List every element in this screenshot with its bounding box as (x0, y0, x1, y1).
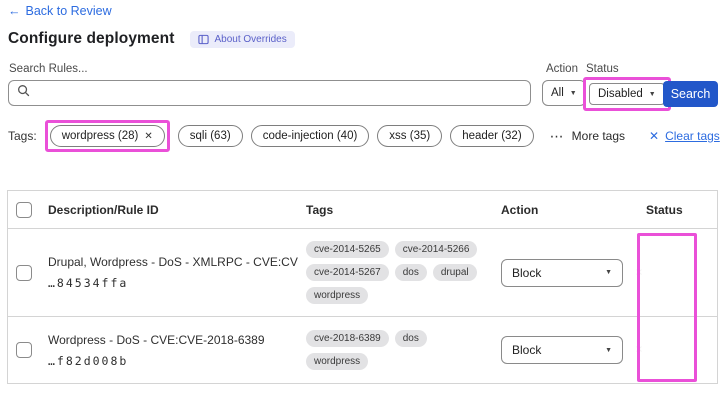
row-checkbox[interactable] (16, 264, 32, 281)
table-row: Drupal, Wordpress - DoS - XMLRPC - CVE:C… (8, 229, 717, 317)
tag-chip: cve-2014-5267 (306, 264, 389, 281)
tag-chip: cve-2014-5266 (394, 241, 478, 258)
chevron-down-icon: ▼ (605, 346, 612, 354)
search-button[interactable]: Search (663, 81, 718, 107)
toggle-knob (650, 274, 667, 292)
configure-deployment-page: ← Back to Review Configure deployment Ab… (0, 0, 725, 406)
about-overrides-label: About Overrides (214, 33, 287, 45)
tag-pill-label: xss (35) (389, 130, 431, 142)
rule-id: …f82d008b (48, 353, 129, 368)
rule-description: Drupal, Wordpress - DoS - XMLRPC - CVE:C… (48, 255, 298, 269)
rules-table: Description/Rule ID Tags Action Status D… (7, 190, 718, 384)
status-dropdown-highlight: Disabled ▼ (583, 77, 671, 111)
action-label: Action (546, 63, 578, 75)
tag-chip: wordpress (306, 353, 369, 370)
tags-bar: Tags: wordpress (28) ✕ sqli (63) code-in… (8, 120, 720, 152)
more-tags-label: More tags (571, 129, 626, 143)
more-tags-button[interactable]: ⋯ More tags (550, 128, 625, 145)
column-header-action: Action (501, 202, 539, 217)
select-all-checkbox[interactable] (16, 201, 32, 218)
rule-description: Wordpress - DoS - CVE:CVE-2018-6389 (48, 332, 265, 347)
action-select[interactable]: Block ▼ (501, 258, 623, 287)
toggle-knob (650, 352, 667, 369)
clear-tags-label: Clear tags (665, 129, 720, 143)
search-icon (17, 84, 30, 102)
column-header-description: Description/Rule ID (48, 202, 159, 217)
page-title: Configure deployment (8, 30, 175, 47)
tags-label: Tags: (8, 129, 37, 143)
tag-chip: drupal (432, 264, 477, 281)
search-input-container (8, 80, 531, 106)
clear-tags-button[interactable]: ✕ Clear tags (649, 129, 720, 143)
toggle-x-icon: ✕ (635, 267, 643, 278)
tag-chip: dos (394, 330, 427, 347)
back-arrow-icon: ← (8, 4, 21, 18)
action-select-value: Block (512, 343, 542, 357)
search-rules-input[interactable] (36, 86, 522, 100)
close-icon: ✕ (649, 129, 660, 143)
book-icon (198, 34, 210, 45)
tag-pill-code-injection[interactable]: code-injection (40) (250, 125, 370, 147)
chevron-down-icon: ▼ (648, 90, 656, 98)
tag-pill-sqli[interactable]: sqli (63) (177, 125, 243, 147)
action-dropdown[interactable]: All ▼ (542, 80, 586, 106)
rule-tags: cve-2014-5265 cve-2014-5266 cve-2014-526… (306, 241, 501, 304)
selected-tag-highlight: wordpress (28) ✕ (44, 120, 170, 152)
ellipsis-icon: ⋯ (549, 127, 565, 144)
chevron-down-icon: ▼ (569, 89, 577, 97)
table-header-row: Description/Rule ID Tags Action Status (8, 191, 717, 229)
back-link-label: Back to Review (25, 4, 112, 18)
remove-tag-icon[interactable]: ✕ (144, 131, 152, 142)
status-label: Status (586, 63, 619, 75)
status-dropdown[interactable]: Disabled ▼ (589, 83, 665, 105)
tag-chip: dos (394, 264, 427, 281)
tag-pill-label: code-injection (40) (262, 130, 358, 142)
action-dropdown-value: All (551, 87, 564, 99)
tag-pill-wordpress[interactable]: wordpress (28) ✕ (49, 125, 165, 147)
action-select-value: Block (512, 265, 542, 280)
back-to-review-link[interactable]: ← Back to Review (8, 4, 112, 18)
search-rules-label: Search Rules... (9, 63, 88, 75)
row-checkbox[interactable] (16, 342, 32, 358)
table-row: Wordpress - DoS - CVE:CVE-2018-6389 …f82… (8, 317, 717, 383)
chevron-down-icon: ▼ (605, 269, 612, 276)
status-dropdown-value: Disabled (598, 88, 643, 100)
rule-id: …84534ffa (48, 276, 129, 290)
column-header-status: Status (646, 202, 683, 217)
tag-chip: wordpress (306, 287, 369, 304)
tag-pill-header[interactable]: header (32) (450, 125, 534, 147)
tag-pill-label: wordpress (28) (61, 130, 139, 142)
tag-pill-label: sqli (63) (189, 130, 231, 142)
column-header-tags: Tags (306, 202, 334, 217)
rule-tags: cve-2018-6389 dos wordpress (306, 330, 501, 370)
action-select[interactable]: Block ▼ (501, 336, 623, 364)
about-overrides-badge[interactable]: About Overrides (190, 30, 295, 48)
tag-chip: cve-2018-6389 (306, 330, 389, 347)
tag-chip: cve-2014-5265 (306, 241, 389, 258)
toggle-x-icon: ✕ (635, 344, 643, 356)
tag-pill-xss[interactable]: xss (35) (377, 125, 443, 147)
tag-pill-label: header (32) (462, 130, 522, 142)
